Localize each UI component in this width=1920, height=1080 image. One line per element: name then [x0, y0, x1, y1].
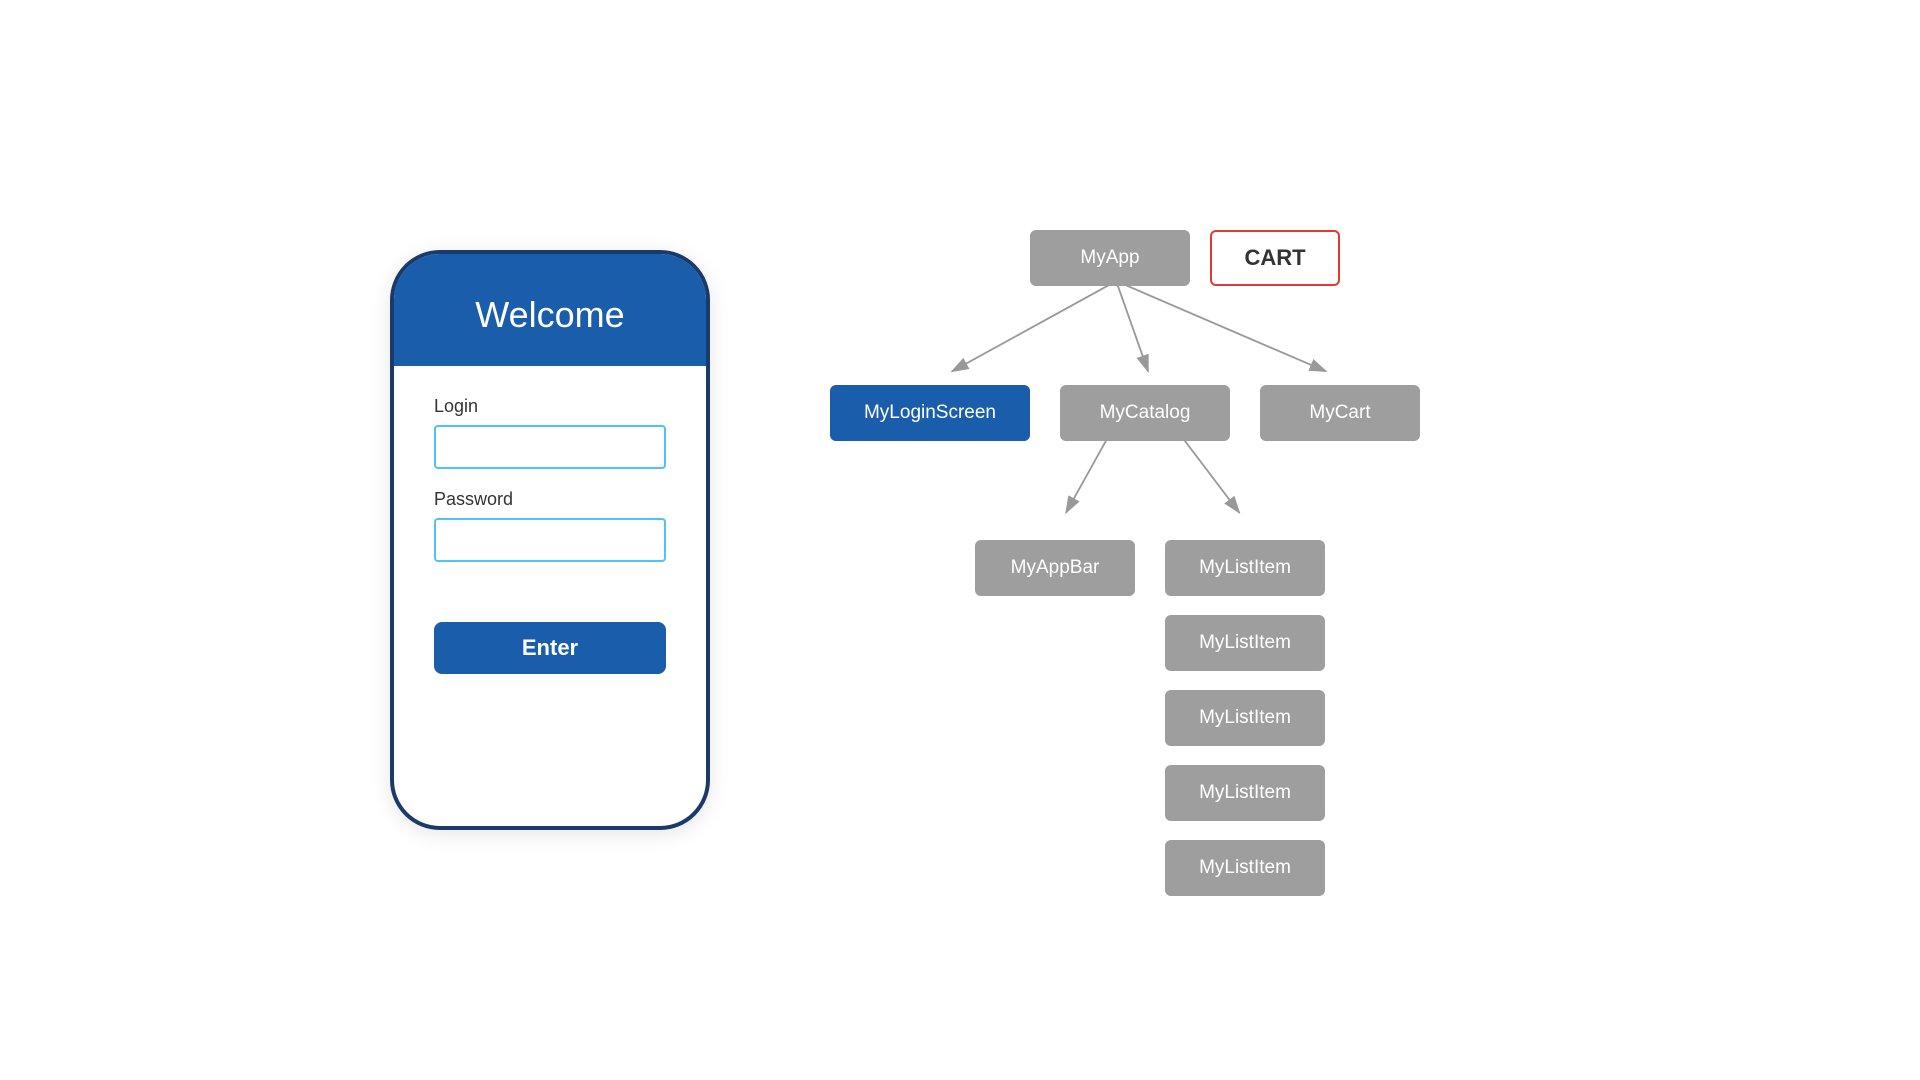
welcome-title: Welcome: [475, 294, 624, 335]
phone-body: Login Password Enter: [394, 366, 706, 826]
login-input[interactable]: [434, 425, 666, 469]
node-myapp: MyApp: [1030, 230, 1190, 286]
node-myappbar: MyAppBar: [975, 540, 1135, 596]
node-mylistitem-3: MyListItem: [1165, 690, 1325, 746]
node-mycart: MyCart: [1260, 385, 1420, 441]
main-container: Welcome Login Password Enter: [0, 0, 1920, 1080]
node-cart: CART: [1210, 230, 1340, 286]
diagram-container: MyApp CART MyLoginScreen MyCatalog MyCar…: [830, 230, 1530, 850]
password-label: Password: [434, 489, 666, 510]
phone-header: Welcome: [394, 254, 706, 366]
node-myloginscreen: MyLoginScreen: [830, 385, 1030, 441]
enter-button[interactable]: Enter: [434, 622, 666, 674]
node-mycatalog: MyCatalog: [1060, 385, 1230, 441]
node-mylistitem-1: MyListItem: [1165, 540, 1325, 596]
node-mylistitem-5: MyListItem: [1165, 840, 1325, 896]
password-input[interactable]: [434, 518, 666, 562]
node-mylistitem-4: MyListItem: [1165, 765, 1325, 821]
phone-mockup: Welcome Login Password Enter: [390, 250, 710, 830]
node-mylistitem-2: MyListItem: [1165, 615, 1325, 671]
login-label: Login: [434, 396, 666, 417]
